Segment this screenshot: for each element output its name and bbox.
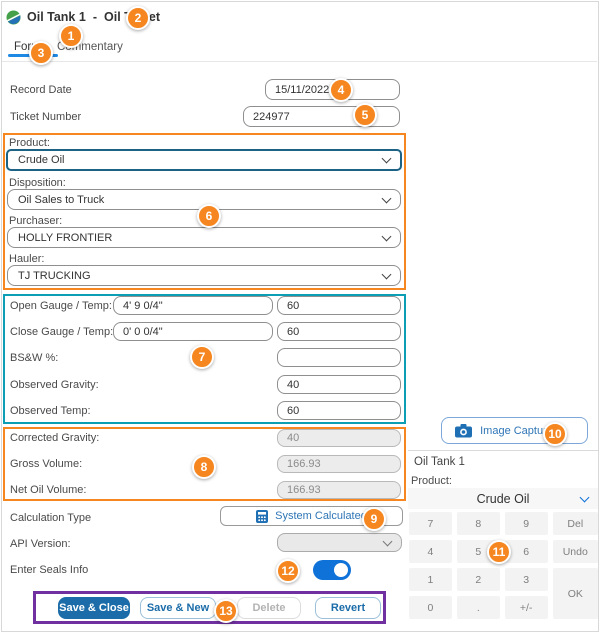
keypad-key-9[interactable]: 9 xyxy=(505,512,548,535)
right-panel-divider xyxy=(408,450,598,451)
observed-gravity-input[interactable] xyxy=(277,375,401,394)
enter-seals-toggle[interactable] xyxy=(313,560,351,580)
net-oil-volume-input xyxy=(277,481,401,499)
annotation-badge-3: 3 xyxy=(29,41,53,65)
purchaser-label: Purchaser: xyxy=(9,215,62,227)
bsw-label: BS&W %: xyxy=(10,352,58,364)
camera-icon xyxy=(455,424,472,438)
keypad-key-7[interactable]: 7 xyxy=(409,512,452,535)
annotation-badge-12: 12 xyxy=(276,559,300,583)
api-version-select[interactable] xyxy=(277,533,402,552)
annotation-badge-8: 8 xyxy=(192,455,216,479)
page-title-separator: - xyxy=(93,10,97,24)
tabs-divider xyxy=(2,61,597,62)
gross-volume-label: Gross Volume: xyxy=(10,458,82,470)
keypad-key-0[interactable]: 0 xyxy=(409,596,452,619)
keypad-key-6[interactable]: 6 xyxy=(505,540,548,563)
hauler-select[interactable]: TJ TRUCKING xyxy=(7,265,401,286)
chevron-down-icon xyxy=(383,536,393,546)
product-label: Product: xyxy=(9,137,50,149)
right-panel-product-value: Crude Oil xyxy=(477,492,530,506)
observed-gravity-label: Observed Gravity: xyxy=(10,379,99,391)
keypad-key-3[interactable]: 3 xyxy=(505,568,548,591)
calculator-icon xyxy=(256,510,268,523)
chevron-down-icon xyxy=(580,492,590,502)
keypad-key-plusminus[interactable]: +/- xyxy=(505,596,548,619)
numeric-keypad: 7 8 9 Del 4 5 6 Undo 1 2 3 OK 0 . +/- xyxy=(409,512,598,619)
annotation-badge-11: 11 xyxy=(487,540,511,564)
disposition-select-value: Oil Sales to Truck xyxy=(18,194,104,206)
open-temp-input[interactable] xyxy=(277,296,401,315)
ticket-number-label: Ticket Number xyxy=(10,111,81,123)
product-select[interactable]: Crude Oil xyxy=(6,149,402,171)
corrected-gravity-label: Corrected Gravity: xyxy=(10,432,99,444)
annotation-badge-6: 6 xyxy=(197,204,221,228)
bsw-input[interactable] xyxy=(277,348,401,367)
chevron-down-icon xyxy=(382,269,392,279)
page-title-left: Oil Tank 1 xyxy=(27,10,86,24)
observed-temp-input[interactable] xyxy=(277,401,401,420)
record-date-label: Record Date xyxy=(10,84,72,96)
corrected-gravity-input xyxy=(277,429,401,447)
close-gauge-label: Close Gauge / Temp: xyxy=(10,326,113,338)
save-and-new-button[interactable]: Save & New xyxy=(140,597,216,619)
system-calculated-label: System Calculated xyxy=(275,510,367,522)
close-gauge-input[interactable] xyxy=(113,322,273,341)
app-icon xyxy=(6,10,21,30)
gross-volume-input xyxy=(277,455,401,473)
annotation-badge-7: 7 xyxy=(190,345,214,369)
purchaser-select-value: HOLLY FRONTIER xyxy=(18,232,112,244)
purchaser-select[interactable]: HOLLY FRONTIER xyxy=(7,227,401,248)
keypad-key-8[interactable]: 8 xyxy=(457,512,500,535)
open-gauge-input[interactable] xyxy=(113,296,273,315)
api-version-label: API Version: xyxy=(10,538,71,550)
chevron-down-icon xyxy=(382,193,392,203)
keypad-key-del[interactable]: Del xyxy=(553,512,598,535)
right-panel-product-select[interactable]: Crude Oil xyxy=(408,488,598,509)
open-gauge-label: Open Gauge / Temp: xyxy=(10,300,112,312)
annotation-badge-2: 2 xyxy=(126,6,150,30)
right-panel-tank-name: Oil Tank 1 xyxy=(414,456,465,468)
enter-seals-info-label: Enter Seals Info xyxy=(10,564,88,576)
keypad-key-4[interactable]: 4 xyxy=(409,540,452,563)
keypad-key-2[interactable]: 2 xyxy=(457,568,500,591)
keypad-key-1[interactable]: 1 xyxy=(409,568,452,591)
keypad-key-decimal[interactable]: . xyxy=(457,596,500,619)
annotation-badge-5: 5 xyxy=(353,103,377,127)
disposition-label: Disposition: xyxy=(9,177,66,189)
delete-button: Delete xyxy=(237,597,301,619)
revert-button[interactable]: Revert xyxy=(315,597,381,619)
observed-temp-label: Observed Temp: xyxy=(10,405,91,417)
annotation-badge-1: 1 xyxy=(59,24,83,48)
chevron-down-icon xyxy=(382,154,392,164)
annotation-badge-10: 10 xyxy=(543,422,567,446)
annotation-badge-9: 9 xyxy=(362,507,386,531)
toggle-knob xyxy=(334,563,348,577)
annotation-badge-4: 4 xyxy=(329,78,353,102)
hauler-select-value: TJ TRUCKING xyxy=(18,270,91,282)
net-oil-volume-label: Net Oil Volume: xyxy=(10,484,86,496)
keypad-key-undo[interactable]: Undo xyxy=(553,540,598,563)
annotation-badge-13: 13 xyxy=(214,599,238,623)
calculation-type-label: Calculation Type xyxy=(10,512,91,524)
right-panel-product-label: Product: xyxy=(411,475,452,487)
hauler-label: Hauler: xyxy=(9,253,44,265)
product-select-value: Crude Oil xyxy=(18,154,64,166)
chevron-down-icon xyxy=(382,231,392,241)
save-and-close-button[interactable]: Save & Close xyxy=(58,597,130,619)
keypad-key-ok[interactable]: OK xyxy=(553,568,598,619)
close-temp-input[interactable] xyxy=(277,322,401,341)
